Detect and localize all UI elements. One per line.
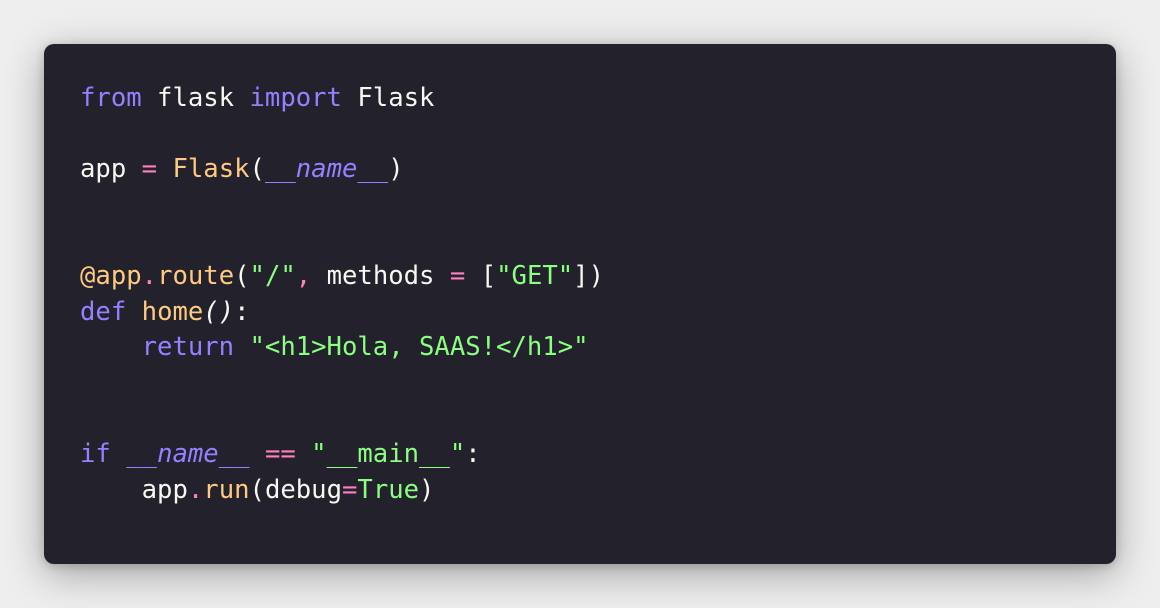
http-method-string: "GET" [496,260,574,291]
code-line-blank-5 [80,401,604,437]
assign-operator: = [126,154,173,185]
dot-operator: . [187,474,204,505]
assign-operator: = [434,260,481,291]
code-block: from flask import Flask app = Flask(__nam… [80,81,604,508]
dot-operator: . [141,260,158,291]
main-string: "__main__" [311,438,466,469]
flask-constructor: Flask [172,154,250,185]
colon: : [465,438,481,469]
keyword-import: import [249,83,342,113]
code-line-blank-2 [80,188,604,224]
code-line-3: @app.route("/", methods = ["GET"]) [80,259,604,295]
close-paren: ) [388,154,404,185]
route-method: route [157,260,235,291]
code-line-2: app = Flask(__name__) [80,152,604,188]
code-line-blank-4 [80,366,604,402]
close-paren: ) [419,474,435,505]
open-paren: ( [234,260,250,291]
close-bracket-paren: ]) [573,260,604,291]
code-line-4: def home(): [80,295,604,331]
variable-app: app [80,474,188,505]
keyword-if: if [80,438,111,469]
code-line-blank-3 [80,223,604,259]
run-method: run [203,474,250,505]
parameter-parens: () [203,296,235,327]
dunder-name: __name__ [264,154,389,185]
code-line-blank-1 [80,117,604,153]
code-line-6: if __name__ == "__main__": [80,437,604,473]
module-name: flask [141,83,250,113]
route-path-string: "/" [249,260,296,291]
open-bracket: [ [480,260,497,291]
code-line-1: from flask import Flask [80,81,604,117]
code-line-7: app.run(debug=True) [80,473,604,509]
imported-class: Flask [341,83,435,113]
comma: , [295,260,327,291]
debug-kwarg: (debug [249,474,342,505]
equality-operator: == [249,438,312,469]
code-line-5: return "<h1>Hola, SAAS!</h1>" [80,330,604,366]
assign-operator: = [341,474,358,505]
keyword-from: from [80,83,142,113]
function-name-home: home [141,296,204,327]
methods-kwarg: methods [326,260,435,291]
keyword-def: def [80,296,127,327]
colon: : [234,296,250,327]
dunder-name: __name__ [126,438,250,469]
open-paren: ( [249,154,265,185]
bool-true: True [357,474,420,505]
return-html-string: "<h1>Hola, SAAS!</h1>" [249,332,589,363]
code-window: from flask import Flask app = Flask(__nam… [44,44,1116,564]
variable-app: app [80,154,127,185]
decorator-app: @app [80,260,142,291]
keyword-return: return [141,332,235,363]
